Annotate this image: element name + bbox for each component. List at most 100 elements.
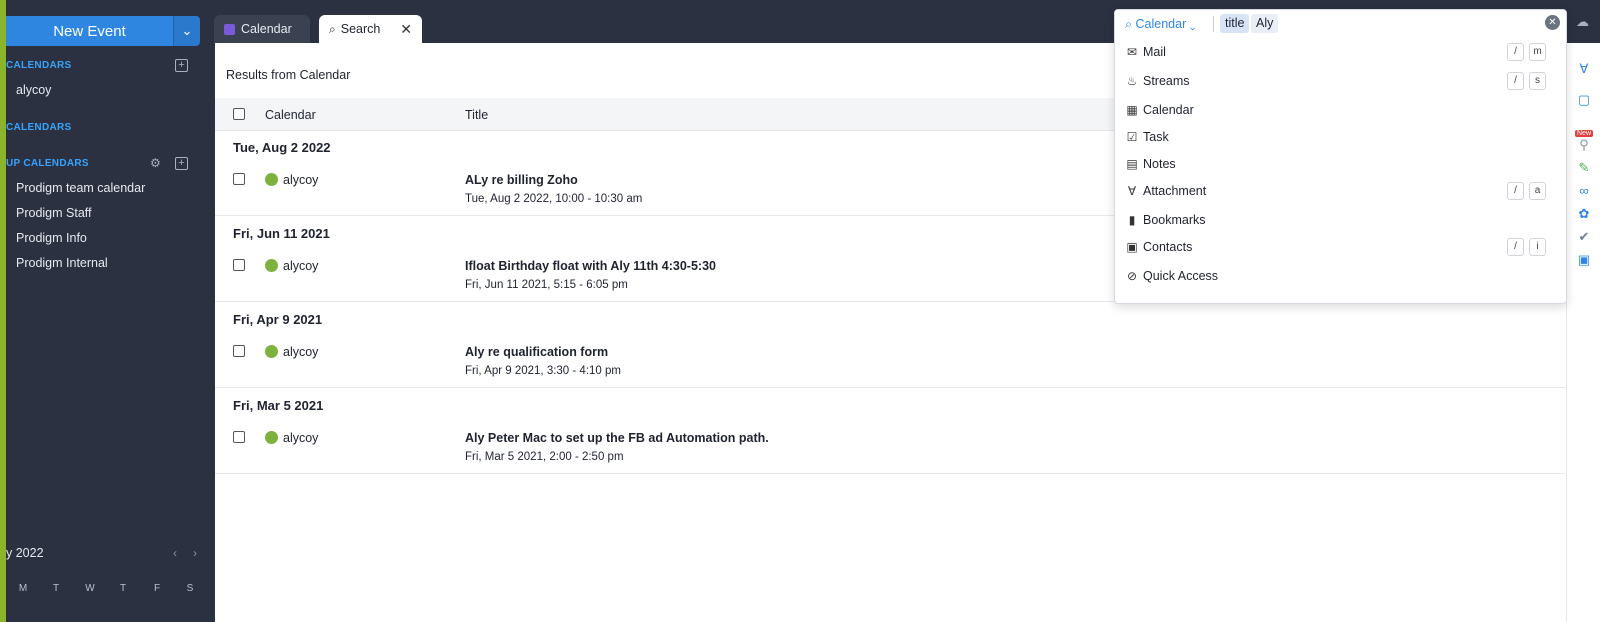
search-scope-calendar[interactable]: ▦ Calendar [1115, 99, 1568, 123]
shortcut-key: i [1529, 238, 1546, 256]
bookmark-icon: ▮ [1128, 213, 1136, 227]
sidebar: New Event ⌄ CALENDARS + alycoy CALENDARS… [6, 0, 215, 622]
rail-header: ☁ [1566, 0, 1600, 43]
close-icon[interactable]: ✕ [400, 21, 412, 38]
event-title[interactable]: Aly Peter Mac to set up the FB ad Automa… [465, 431, 769, 445]
cloud-icon[interactable]: ☁ [1576, 14, 1589, 30]
chevron-down-icon: ⌄ [181, 23, 193, 38]
event-time: Fri, Mar 5 2021, 2:00 - 2:50 pm [465, 451, 624, 463]
shortcut-key: m [1529, 43, 1546, 61]
add-group-calendar-icon[interactable]: + [175, 157, 188, 170]
sidebar-group-item[interactable]: Prodigm Info [16, 231, 87, 245]
chevron-left-icon[interactable]: ‹ [173, 546, 177, 560]
calendar-color-dot [265, 259, 278, 272]
weekday-label: F [153, 583, 161, 594]
column-header-title[interactable]: Title [465, 108, 488, 122]
search-scope-label: Calendar [1135, 17, 1187, 31]
check-icon[interactable]: ✔ [1577, 230, 1591, 244]
row-checkbox[interactable] [233, 259, 245, 271]
shortcut-key: a [1529, 182, 1546, 200]
shortcut-key: s [1529, 72, 1546, 90]
right-app-rail: ☁ ∀ ▢ New ⚲ ✎ ∞ ✿ ✔ ▣ [1566, 0, 1600, 622]
shortcut-key: / [1507, 238, 1524, 256]
search-scope-attachment[interactable]: ∀ Attachment / a [1115, 180, 1568, 204]
event-title[interactable]: ALy re billing Zoho [465, 173, 578, 187]
pin-icon[interactable]: ⚲ [1577, 138, 1591, 152]
search-scope-notes[interactable]: ▤ Notes [1115, 153, 1568, 177]
notes-icon: ▤ [1126, 157, 1138, 171]
sign-icon[interactable]: ✎ [1577, 161, 1591, 175]
search-filter-key[interactable]: title [1220, 14, 1250, 33]
tab-label: Calendar [241, 22, 292, 36]
add-calendar-icon[interactable]: + [175, 59, 188, 72]
sidebar-group-item[interactable]: Prodigm team calendar [16, 181, 145, 195]
calendar-color-dot [265, 345, 278, 358]
search-scope-bookmarks[interactable]: ▮ Bookmarks [1115, 209, 1568, 233]
calendar-color-dot [265, 431, 278, 444]
chevron-down-icon: ⌄ [1189, 17, 1196, 31]
section-my-calendars[interactable]: CALENDARS [6, 60, 71, 71]
row-calendar-name: alycoy [283, 345, 319, 359]
shortcut-key: / [1507, 43, 1524, 61]
gear-icon[interactable]: ⚙ [150, 156, 161, 170]
calendar-icon: ▦ [1126, 103, 1138, 117]
select-all-checkbox[interactable] [233, 108, 245, 120]
search-scope-selector[interactable]: ⌕ Calendar ⌄ [1125, 17, 1196, 32]
mini-calendar-month: y 2022 [6, 546, 44, 560]
sidebar-group-item[interactable]: Prodigm Staff [16, 206, 92, 220]
weekday-label: T [52, 583, 60, 594]
search-scope-contacts[interactable]: ▣ Contacts / i [1115, 236, 1568, 260]
search-scope-mail[interactable]: ✉ Mail / m [1115, 41, 1568, 65]
tab-calendar[interactable]: Calendar [214, 15, 310, 43]
date-group-label: Tue, Aug 2 2022 [233, 140, 331, 155]
shortcut-key: / [1507, 72, 1524, 90]
quick-access-icon: ⊘ [1126, 269, 1138, 283]
search-divider [1213, 16, 1214, 32]
row-divider [215, 473, 1566, 474]
new-event-button[interactable]: New Event [6, 16, 173, 46]
shortcut-key: / [1507, 182, 1524, 200]
search-scope-task[interactable]: ☑ Task [1115, 126, 1568, 150]
row-checkbox[interactable] [233, 173, 245, 185]
weekday-label: S [186, 583, 194, 594]
new-event-dropdown-button[interactable]: ⌄ [173, 16, 200, 46]
sidebar-calendar-item[interactable]: alycoy [16, 83, 51, 97]
calendar-app-icon [224, 23, 235, 35]
section-shared-calendars[interactable]: CALENDARS [6, 122, 71, 133]
row-calendar-name: alycoy [283, 173, 319, 187]
row-divider [215, 387, 1566, 388]
mail-icon: ✉ [1126, 45, 1138, 59]
event-time: Fri, Jun 11 2021, 5:15 - 6:05 pm [465, 279, 628, 291]
link-icon[interactable]: ∞ [1577, 184, 1591, 198]
sidebar-group-item[interactable]: Prodigm Internal [16, 256, 108, 270]
search-filter-value[interactable]: Aly [1251, 14, 1279, 33]
task-icon: ☑ [1126, 130, 1138, 144]
search-scope-streams[interactable]: ♨ Streams / s [1115, 70, 1568, 94]
event-title[interactable]: Aly re qualification form [465, 345, 608, 359]
event-title[interactable]: Ifloat Birthday float with Aly 11th 4:30… [465, 259, 716, 273]
search-scope-quick-access[interactable]: ⊘ Quick Access [1115, 265, 1568, 289]
row-calendar-name: alycoy [283, 431, 319, 445]
tab-search[interactable]: ⌕ Search ✕ [319, 15, 422, 43]
row-checkbox[interactable] [233, 431, 245, 443]
notes-rail-icon[interactable]: ▢ [1577, 93, 1591, 107]
section-group-calendars[interactable]: UP CALENDARS [6, 158, 89, 169]
search-icon: ⌕ [329, 21, 336, 36]
row-checkbox[interactable] [233, 345, 245, 357]
event-time: Tue, Aug 2 2022, 10:00 - 10:30 am [465, 193, 643, 205]
new-event-control: New Event ⌄ [6, 16, 200, 46]
streams-rail-icon[interactable]: ∀ [1577, 62, 1591, 76]
weekday-label: W [85, 583, 95, 594]
column-header-calendar[interactable]: Calendar [265, 108, 316, 122]
calendar-color-dot [265, 173, 278, 186]
results-title: Results from Calendar [226, 68, 351, 82]
date-group-label: Fri, Jun 11 2021 [233, 226, 330, 241]
chart-icon[interactable]: ▣ [1577, 253, 1591, 267]
chevron-right-icon[interactable]: › [193, 546, 197, 560]
contacts-icon: ▣ [1126, 240, 1138, 254]
search-dropdown: ⌕ Calendar ⌄ title Aly ✕ ✉ Mail / m ♨ St… [1114, 9, 1567, 304]
puzzle-icon[interactable]: ✿ [1577, 207, 1591, 221]
close-circle-icon[interactable]: ✕ [1545, 15, 1560, 30]
streams-icon: ♨ [1126, 74, 1138, 88]
tab-label: Search [340, 22, 381, 36]
